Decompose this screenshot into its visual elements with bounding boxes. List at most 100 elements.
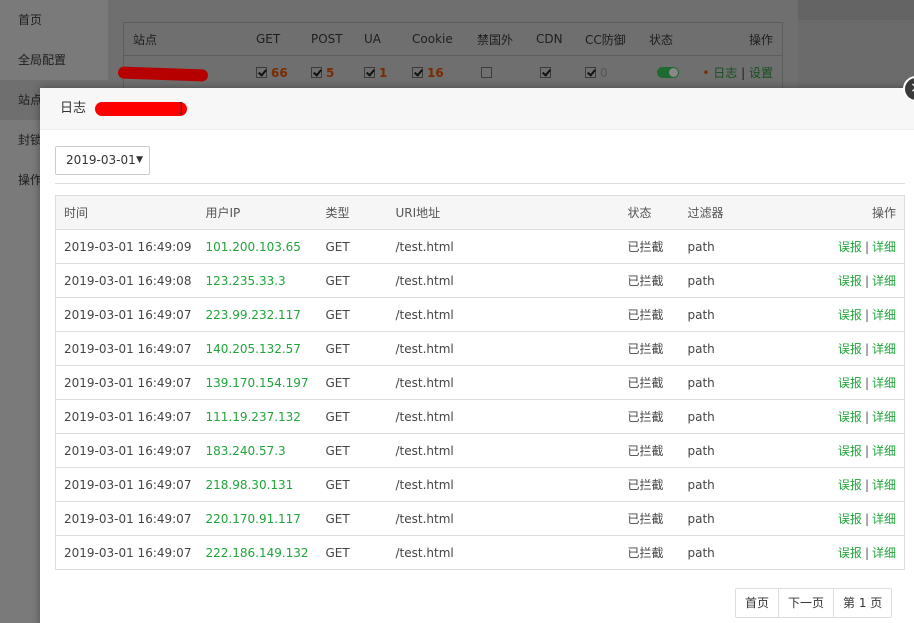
action-separator: | bbox=[864, 478, 869, 492]
cell-uri: /test.html bbox=[395, 263, 628, 298]
cell-status: 已拦截 bbox=[627, 467, 688, 502]
false-positive-link[interactable]: 误报 bbox=[838, 410, 862, 424]
cell-time: 2019-03-01 16:49:07 bbox=[55, 467, 206, 502]
divider bbox=[55, 183, 905, 184]
status-toggle[interactable] bbox=[657, 66, 679, 78]
cell-uri: /test.html bbox=[395, 331, 628, 366]
next-page-button[interactable]: 下一页 bbox=[779, 589, 835, 617]
sidebar-item-global-config[interactable]: 全局配置 bbox=[0, 40, 108, 80]
table-row: 2019-03-01 16:49:07 183.240.57.3 GET/test.… bbox=[55, 433, 905, 468]
chevron-down-icon: ▼ bbox=[136, 155, 143, 165]
ua-checkbox[interactable] bbox=[364, 66, 375, 78]
action-separator: | bbox=[864, 240, 869, 254]
cc-checkbox[interactable] bbox=[585, 66, 596, 78]
site-table-header: 站点 GET POST UA Cookie 禁国外 CDN CC防御 状态 操作 bbox=[124, 23, 782, 56]
cell-uri: /test.html bbox=[395, 501, 628, 536]
table-row: 2019-03-01 16:49:07 140.205.132.57 GET/tes… bbox=[55, 331, 905, 366]
col-post: POST bbox=[311, 32, 343, 46]
date-select[interactable]: 2019-03-01 ▼ bbox=[55, 146, 150, 175]
cookie-checkbox[interactable] bbox=[412, 66, 423, 78]
false-positive-link[interactable]: 误报 bbox=[838, 342, 862, 356]
action-separator: | bbox=[864, 444, 869, 458]
cell-uri: /test.html bbox=[395, 535, 628, 570]
cell-time: 2019-03-01 16:49:07 bbox=[55, 331, 206, 366]
log-table: 时间 用户IP 类型 URI地址 状态 过滤器 操作 2019-03-01 16… bbox=[55, 195, 905, 570]
table-row: 2019-03-01 16:49:07 222.186.149.132 GET/te… bbox=[55, 535, 905, 570]
cell-uri: /test.html bbox=[395, 297, 628, 332]
detail-link[interactable]: 详细 bbox=[872, 274, 896, 288]
detail-link[interactable]: 详细 bbox=[872, 240, 896, 254]
false-positive-link[interactable]: 误报 bbox=[838, 240, 862, 254]
false-positive-link[interactable]: 误报 bbox=[838, 308, 862, 322]
log-link[interactable]: 日志 bbox=[713, 66, 737, 80]
block-foreign-checkbox[interactable] bbox=[481, 66, 492, 78]
col-cookie: Cookie bbox=[412, 32, 453, 46]
col-block-foreign: 禁国外 bbox=[477, 32, 514, 47]
cell-type: GET bbox=[325, 365, 396, 400]
col-get: GET bbox=[256, 32, 281, 46]
action-separator: | bbox=[864, 546, 869, 560]
table-row: 2019-03-01 16:49:07 220.170.91.117 GET/tes… bbox=[55, 501, 905, 536]
cdn-checkbox[interactable] bbox=[540, 66, 551, 78]
site-row: 66 5 1 16 0 • 日志 | 设置 bbox=[124, 56, 782, 89]
cell-filter: path bbox=[687, 535, 788, 570]
cell-time: 2019-03-01 16:49:07 bbox=[55, 501, 206, 536]
link-separator: | bbox=[741, 66, 746, 80]
cell-ip: 140.205.132.57 bbox=[205, 331, 326, 366]
cell-filter: path bbox=[687, 263, 788, 298]
current-page-indicator: 第 1 页 bbox=[834, 589, 892, 617]
cell-time: 2019-03-01 16:49:08 bbox=[55, 263, 206, 298]
action-separator: | bbox=[864, 308, 869, 322]
post-checkbox[interactable] bbox=[311, 66, 322, 78]
false-positive-link[interactable]: 误报 bbox=[838, 512, 862, 526]
detail-link[interactable]: 详细 bbox=[872, 410, 896, 424]
col-filter: 过滤器 bbox=[687, 195, 788, 230]
cell-type: GET bbox=[325, 297, 396, 332]
false-positive-link[interactable]: 误报 bbox=[838, 478, 862, 492]
table-row: 2019-03-01 16:49:09 101.200.103.65 GET/tes… bbox=[55, 229, 905, 264]
detail-link[interactable]: 详细 bbox=[872, 444, 896, 458]
sidebar-item-home[interactable]: 首页 bbox=[0, 0, 108, 40]
cell-type: GET bbox=[325, 331, 396, 366]
cell-actions: 误报 | 详细 bbox=[787, 331, 905, 366]
detail-link[interactable]: 详细 bbox=[872, 308, 896, 322]
cell-status: 已拦截 bbox=[627, 399, 688, 434]
cell-status: 已拦截 bbox=[627, 331, 688, 366]
cell-uri: /test.html bbox=[395, 433, 628, 468]
col-ua: UA bbox=[364, 32, 381, 46]
cell-type: GET bbox=[325, 501, 396, 536]
cell-filter: path bbox=[687, 467, 788, 502]
cell-type: GET bbox=[325, 433, 396, 468]
cell-actions: 误报 | 详细 bbox=[787, 297, 905, 332]
cell-filter: path bbox=[687, 501, 788, 536]
cell-ip: 223.99.232.117 bbox=[205, 297, 326, 332]
get-checkbox[interactable] bbox=[256, 66, 267, 78]
cell-filter: path bbox=[687, 331, 788, 366]
first-page-button[interactable]: 首页 bbox=[736, 589, 780, 617]
false-positive-link[interactable]: 误报 bbox=[838, 546, 862, 560]
table-row: 2019-03-01 16:49:07 139.170.154.197 GET/te… bbox=[55, 365, 905, 400]
detail-link[interactable]: 详细 bbox=[872, 478, 896, 492]
cell-filter: path bbox=[687, 365, 788, 400]
detail-link[interactable]: 详细 bbox=[872, 546, 896, 560]
false-positive-link[interactable]: 误报 bbox=[838, 274, 862, 288]
col-status: 状态 bbox=[649, 32, 674, 47]
dialog-title: 日志 bbox=[60, 101, 87, 116]
detail-link[interactable]: 详细 bbox=[872, 512, 896, 526]
settings-link[interactable]: 设置 bbox=[749, 66, 773, 80]
table-row: 2019-03-01 16:49:07 218.98.30.131 GET/test… bbox=[55, 467, 905, 502]
cell-actions: 误报 | 详细 bbox=[787, 263, 905, 298]
table-row: 2019-03-01 16:49:08 123.235.33.3 GET/test.… bbox=[55, 263, 905, 298]
false-positive-link[interactable]: 误报 bbox=[838, 376, 862, 390]
cell-actions: 误报 | 详细 bbox=[787, 229, 905, 264]
detail-link[interactable]: 详细 bbox=[872, 342, 896, 356]
get-count: 66 bbox=[271, 65, 288, 80]
action-separator: | bbox=[864, 512, 869, 526]
detail-link[interactable]: 详细 bbox=[872, 376, 896, 390]
col-cc: CC防御 bbox=[585, 32, 626, 47]
bullet: • bbox=[702, 66, 710, 80]
cell-uri: /test.html bbox=[395, 229, 628, 264]
false-positive-link[interactable]: 误报 bbox=[838, 444, 862, 458]
cell-ip: 123.235.33.3 bbox=[205, 263, 326, 298]
cell-time: 2019-03-01 16:49:07 bbox=[55, 433, 206, 468]
